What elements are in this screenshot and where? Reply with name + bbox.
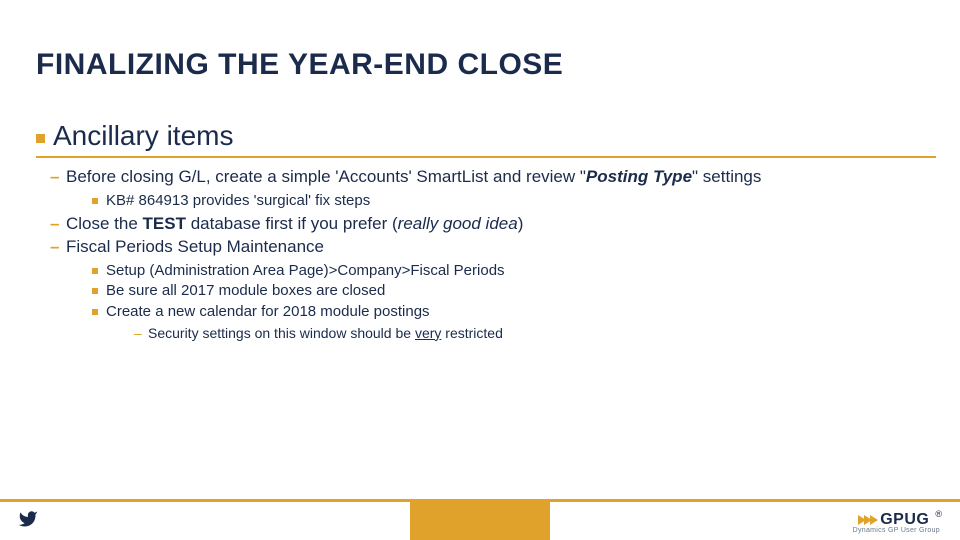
section-heading: Ancillary items [36, 120, 924, 152]
twitter-icon [18, 509, 38, 534]
list-item: Fiscal Periods Setup Maintenance Setup (… [54, 236, 924, 343]
content-section: Ancillary items Before closing G/L, crea… [36, 120, 924, 345]
chevron-icon [858, 515, 876, 525]
registered-mark: ® [935, 509, 942, 519]
text: restricted [441, 325, 502, 341]
text-bold: TEST [143, 214, 186, 233]
list-item: Before closing G/L, create a simple 'Acc… [54, 166, 924, 211]
bullet-list: Before closing G/L, create a simple 'Acc… [36, 166, 924, 343]
gpug-logo: GPUG ® Dynamics GP User Group [853, 511, 940, 534]
page-number-tab [410, 502, 550, 540]
section-heading-text: Ancillary items [53, 120, 233, 152]
list-item: Create a new calendar for 2018 module po… [92, 302, 924, 343]
slide: FINALIZING THE YEAR-END CLOSE Ancillary … [0, 0, 960, 540]
square-bullet-icon [36, 134, 45, 143]
list-item: Setup (Administration Area Page)>Company… [92, 261, 924, 281]
text-emphasis: Posting Type [586, 167, 692, 186]
slide-title: FINALIZING THE YEAR-END CLOSE [36, 48, 563, 82]
text: Close the [66, 214, 143, 233]
text: " settings [692, 167, 761, 186]
text: database first if you prefer ( [186, 214, 398, 233]
text: Before closing G/L, create a simple 'Acc… [66, 167, 586, 186]
text: ) [518, 214, 524, 233]
text-italic: really good idea [398, 214, 518, 233]
sub-list: KB# 864913 provides 'surgical' fix steps [66, 191, 924, 211]
list-item: Be sure all 2017 module boxes are closed [92, 281, 924, 301]
text: Security settings on this window should … [148, 325, 415, 341]
sub-sub-list: Security settings on this window should … [106, 324, 924, 343]
logo-subtitle: Dynamics GP User Group [853, 527, 940, 534]
list-item: KB# 864913 provides 'surgical' fix steps [92, 191, 924, 211]
sub-list: Setup (Administration Area Page)>Company… [66, 261, 924, 343]
section-underline [36, 156, 936, 158]
text: Fiscal Periods Setup Maintenance [66, 237, 324, 256]
text: Create a new calendar for 2018 module po… [106, 303, 430, 320]
text-underline: very [415, 325, 441, 341]
list-item: Close the TEST database first if you pre… [54, 213, 924, 236]
list-item: Security settings on this window should … [136, 324, 924, 343]
